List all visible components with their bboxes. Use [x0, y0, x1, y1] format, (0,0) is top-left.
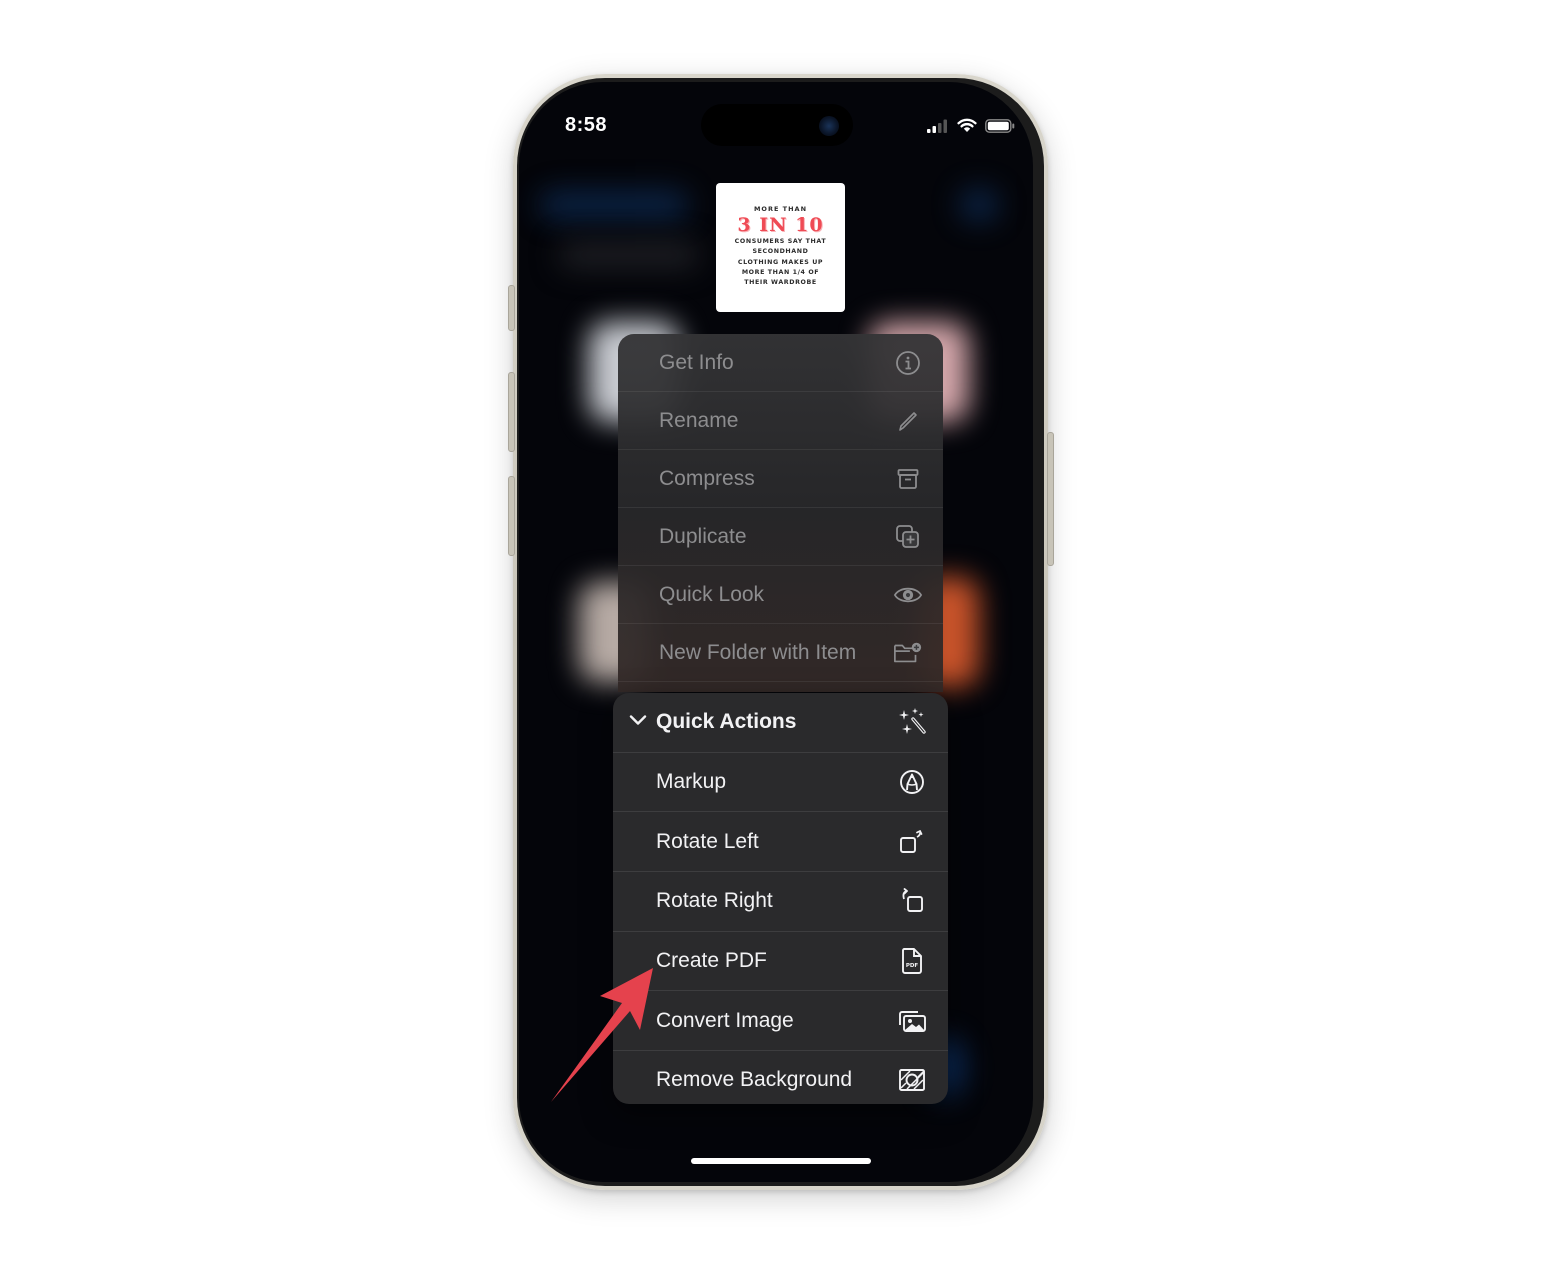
menu-item-label: Rename: [659, 408, 739, 432]
pencil-icon: [893, 406, 923, 436]
quick-action-label: Create PDF: [656, 949, 767, 973]
quick-action-rotate-right[interactable]: Rotate Right: [613, 872, 948, 932]
blurred-header-bar: [539, 190, 689, 220]
quick-action-remove-background[interactable]: Remove Background: [613, 1051, 948, 1104]
blurred-subtitle: [559, 242, 699, 268]
rotate-right-icon: [896, 885, 928, 917]
volume-down-button: [508, 476, 515, 556]
home-indicator[interactable]: [691, 1158, 871, 1164]
volume-up-button: [508, 372, 515, 452]
menu-item-duplicate[interactable]: Duplicate: [618, 508, 943, 566]
markup-pen-circle-icon: [896, 766, 928, 798]
menu-item-get-info[interactable]: Get Info: [618, 334, 943, 392]
menu-item-rename[interactable]: Rename: [618, 392, 943, 450]
folder-badge-plus-icon: [893, 638, 923, 668]
quick-action-label: Remove Background: [656, 1068, 853, 1092]
preview-body-line: MORE THAN 1/4 OF: [741, 268, 820, 276]
quick-action-label: Rotate Left: [656, 829, 759, 853]
menu-item-label: Quick Look: [659, 582, 765, 606]
quick-action-rotate-left[interactable]: Rotate Left: [613, 812, 948, 873]
pdf-document-icon: PDF: [896, 945, 928, 977]
preview-body-line: THEIR WARDROBE: [744, 279, 817, 287]
battery-icon: [985, 118, 1015, 138]
action-button: [508, 285, 515, 331]
power-button: [1047, 432, 1054, 566]
context-menu: Get Info Rename Compress Duplicate Quick…: [618, 334, 943, 692]
wifi-icon: [957, 118, 977, 138]
cellular-signal-icon: [927, 119, 949, 138]
menu-item-quick-look[interactable]: Quick Look: [618, 566, 943, 624]
preview-body-line: CLOTHING MAKES UP: [737, 258, 824, 266]
quick-action-label: Rotate Right: [656, 889, 773, 913]
quick-action-create-pdf[interactable]: Create PDF PDF: [613, 932, 948, 992]
quick-actions-menu: Quick Actions Markup Rotate Left Rotate …: [613, 693, 948, 1104]
svg-text:PDF: PDF: [906, 963, 919, 969]
quick-actions-header[interactable]: Quick Actions: [613, 693, 948, 753]
menu-item-label: Get Info: [659, 350, 734, 374]
archive-box-icon: [893, 464, 923, 494]
quick-action-convert-image[interactable]: Convert Image: [613, 991, 948, 1052]
preview-line-top: MORE THAN: [753, 205, 808, 213]
menu-item-label: Duplicate: [659, 524, 747, 548]
status-icons: [927, 118, 1015, 138]
phone-screen: 8:58 MORE THAN 3 IN 10 CONSUMERS SAY THA…: [519, 82, 1033, 1182]
status-time: 8:58: [565, 114, 608, 136]
menu-item-compress[interactable]: Compress: [618, 450, 943, 508]
menu-item-new-folder-with-item[interactable]: New Folder with Item: [618, 624, 943, 682]
preview-headline: 3 IN 10: [737, 214, 824, 236]
info-circle-icon: [893, 348, 923, 378]
quick-action-markup[interactable]: Markup: [613, 753, 948, 813]
magic-wand-sparkles-icon: [896, 706, 928, 738]
remove-background-icon: [896, 1064, 928, 1096]
front-camera: [819, 116, 839, 136]
quick-action-label: Markup: [656, 770, 727, 794]
duplicate-plus-icon: [893, 522, 923, 552]
menu-item-label: New Folder with Item: [659, 640, 857, 664]
rotate-left-icon: [896, 826, 928, 858]
quick-action-label: Convert Image: [656, 1008, 794, 1032]
file-preview-thumbnail[interactable]: MORE THAN 3 IN 10 CONSUMERS SAY THAT SEC…: [716, 183, 845, 312]
preview-body: CONSUMERS SAY THAT SECONDHAND CLOTHING M…: [716, 237, 845, 288]
blurred-header-button: [959, 188, 999, 222]
chevron-down-icon: [629, 713, 647, 731]
menu-item-label: Compress: [659, 466, 755, 490]
preview-body-line: SECONDHAND: [752, 248, 809, 256]
quick-actions-title: Quick Actions: [656, 710, 797, 734]
eye-icon: [893, 580, 923, 610]
preview-body-line: CONSUMERS SAY THAT: [734, 238, 827, 245]
photo-stack-icon: [896, 1005, 928, 1037]
